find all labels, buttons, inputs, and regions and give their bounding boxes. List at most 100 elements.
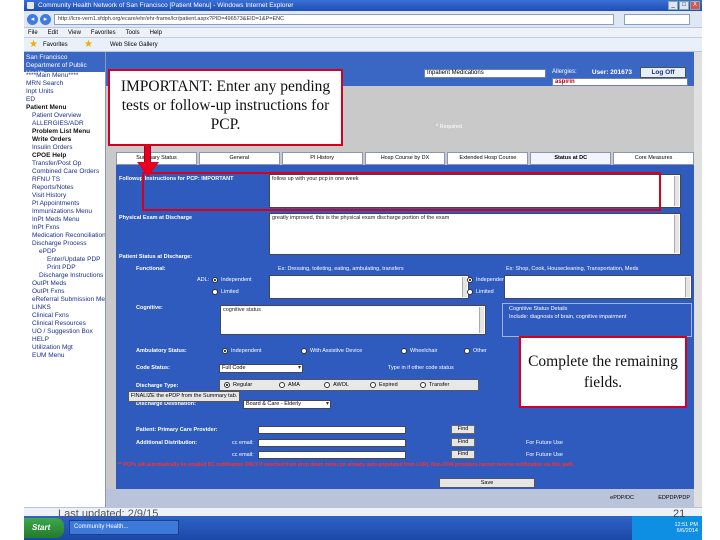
discharge-destination-select[interactable]: Board & Care - Elderly xyxy=(243,400,331,409)
scrollbar[interactable] xyxy=(674,176,679,206)
scrollbar[interactable] xyxy=(479,307,484,333)
back-icon[interactable]: ◂ xyxy=(27,14,38,25)
sidebar-item[interactable]: Enter/Update PDP xyxy=(24,256,105,264)
amb-independent-radio[interactable] xyxy=(222,348,228,354)
sidebar-item[interactable]: Patient Menu xyxy=(24,104,105,112)
sidebar-item[interactable]: InPt Meds Menu xyxy=(24,216,105,224)
meds-select[interactable]: Inpatient Medications xyxy=(424,69,546,78)
iadl-textarea[interactable] xyxy=(504,275,692,299)
sidebar-item[interactable]: Inpt Units xyxy=(24,88,105,96)
tab-general[interactable]: General xyxy=(198,152,280,165)
minimize-button[interactable]: _ xyxy=(668,1,678,10)
scrollbar[interactable] xyxy=(674,215,679,253)
menu-view[interactable]: View xyxy=(68,28,81,37)
iadl-limited-radio[interactable] xyxy=(467,289,473,295)
sidebar-item[interactable]: LINKS xyxy=(24,304,105,312)
allergies-label: Allergies: xyxy=(552,69,577,75)
cc-email-input-2[interactable] xyxy=(258,451,406,459)
adl-limited-radio[interactable] xyxy=(212,289,218,295)
adl-textarea[interactable] xyxy=(269,275,469,299)
sidebar-item[interactable]: ePDP xyxy=(24,248,105,256)
sidebar-item[interactable]: Write Orders xyxy=(24,136,105,144)
sidebar-item[interactable]: Discharge Instructions xyxy=(24,272,105,280)
tab-status-at-dc[interactable]: Status at DC xyxy=(530,152,612,165)
sidebar-item[interactable]: Discharge Process xyxy=(24,240,105,248)
cognitive-textarea[interactable]: cognitive status xyxy=(220,305,486,335)
sidebar-item[interactable]: HELP xyxy=(24,336,105,344)
save-button[interactable]: Save xyxy=(439,478,535,488)
favorites-label[interactable]: Favorites xyxy=(43,38,68,52)
sidebar-item[interactable]: ****Main Menu**** xyxy=(24,72,105,80)
date: 6/6/2014 xyxy=(676,528,698,534)
sidebar-item[interactable]: Reports/Notes xyxy=(24,184,105,192)
adl-independent-radio[interactable] xyxy=(212,277,218,283)
iadl-independent-radio[interactable] xyxy=(467,277,473,283)
sidebar-item[interactable]: ED xyxy=(24,96,105,104)
dc-ama-radio[interactable] xyxy=(279,382,285,388)
sidebar-item[interactable]: OutPt Fxns xyxy=(24,288,105,296)
amb-assistive-radio[interactable] xyxy=(301,348,307,354)
sidebar-item[interactable]: Immunizations Menu xyxy=(24,208,105,216)
sidebar-item[interactable]: CPOE Help xyxy=(24,152,105,160)
sidebar-item[interactable]: Clinical Fxns xyxy=(24,312,105,320)
physical-exam-label: Physical Exam at Discharge xyxy=(119,215,193,221)
finalize-button[interactable]: FINALIZE the ePDP from the Summary tab. xyxy=(128,391,240,402)
iadl-limited-label: Limited xyxy=(476,289,494,295)
sidebar-item[interactable]: Insulin Orders xyxy=(24,144,105,152)
sidebar-item[interactable]: InPt Fxns xyxy=(24,224,105,232)
code-status-select[interactable]: Full Code xyxy=(219,364,303,373)
web-slice-gallery-link[interactable]: Web Slice Gallery xyxy=(110,38,158,52)
menu-file[interactable]: File xyxy=(28,28,38,37)
sidebar-item[interactable]: Combined Care Orders xyxy=(24,168,105,176)
sidebar-item[interactable]: EUM Menu xyxy=(24,352,105,360)
sidebar-item[interactable]: Clinical Resources xyxy=(24,320,105,328)
sidebar-item[interactable]: Utilization Mgt xyxy=(24,344,105,352)
logoff-button[interactable]: Log Off xyxy=(640,67,686,78)
tab-pi-history[interactable]: PI History xyxy=(281,152,363,165)
tab-hosp-course-by-dx[interactable]: Hosp Course by DX xyxy=(364,152,446,165)
pcp-input[interactable] xyxy=(258,426,406,434)
sidebar-item[interactable]: Patient Overview xyxy=(24,112,105,120)
sidebar-item[interactable]: OutPt Meds xyxy=(24,280,105,288)
favorites-star-icon[interactable]: ★ xyxy=(29,39,38,51)
pcp-find-button[interactable]: Find xyxy=(451,425,475,434)
sidebar-item[interactable]: MRN Search xyxy=(24,80,105,88)
cc-find-button-1[interactable]: Find xyxy=(451,438,475,447)
physical-exam-textarea[interactable]: greatly improved, this is the physical e… xyxy=(269,213,681,255)
sidebar-item[interactable]: Visit History xyxy=(24,192,105,200)
sidebar-item[interactable]: Transfer/Post Op xyxy=(24,160,105,168)
forward-icon[interactable]: ▸ xyxy=(40,14,51,25)
menu-edit[interactable]: Edit xyxy=(48,28,58,37)
close-button[interactable]: X xyxy=(690,1,700,10)
sidebar-item[interactable]: ALLERGIES/ADR xyxy=(24,120,105,128)
cc-email-input-1[interactable] xyxy=(258,439,406,447)
start-button[interactable]: Start xyxy=(24,518,64,538)
menu-tools[interactable]: Tools xyxy=(126,28,140,37)
amb-other-radio[interactable] xyxy=(464,348,470,354)
tab-core-measures[interactable]: Core Measures xyxy=(613,152,695,165)
dc-expired-radio[interactable] xyxy=(370,382,376,388)
maximize-button[interactable]: □ xyxy=(679,1,689,10)
sidebar-item[interactable]: Medication Reconciliation xyxy=(24,232,105,240)
scrollbar[interactable] xyxy=(685,277,690,297)
search-input[interactable] xyxy=(624,14,690,25)
tab-extended-hosp-course[interactable]: Extended Hosp Course xyxy=(447,152,529,165)
address-input[interactable]: http://lcrs-vern1.sfdph.org/ecare/ehr/eh… xyxy=(54,14,614,25)
sidebar-item[interactable]: UO / Suggestion Box xyxy=(24,328,105,336)
down-arrow-icon xyxy=(137,162,159,177)
sidebar-item[interactable]: eReferral Submission Menu xyxy=(24,296,105,304)
sidebar-item[interactable]: Pt Appointments xyxy=(24,200,105,208)
menu-favorites[interactable]: Favorites xyxy=(91,28,116,37)
dc-awol-radio[interactable] xyxy=(324,382,330,388)
taskbar-item[interactable]: Community Health... xyxy=(69,520,179,535)
sidebar-item[interactable]: Print PDP xyxy=(24,264,105,272)
add-favorite-icon[interactable]: ★ xyxy=(84,39,93,51)
menu-help[interactable]: Help xyxy=(150,28,162,37)
cc-find-button-2[interactable]: Find xyxy=(451,450,475,459)
dc-transfer-radio[interactable] xyxy=(420,382,426,388)
dc-regular-radio[interactable] xyxy=(224,382,230,388)
sidebar-item[interactable]: RFNU TS xyxy=(24,176,105,184)
cognitive-details-text: Include: diagnosis of brain, cognitive i… xyxy=(509,314,627,320)
sidebar-item[interactable]: Problem List Menu xyxy=(24,128,105,136)
amb-wheelchair-radio[interactable] xyxy=(401,348,407,354)
